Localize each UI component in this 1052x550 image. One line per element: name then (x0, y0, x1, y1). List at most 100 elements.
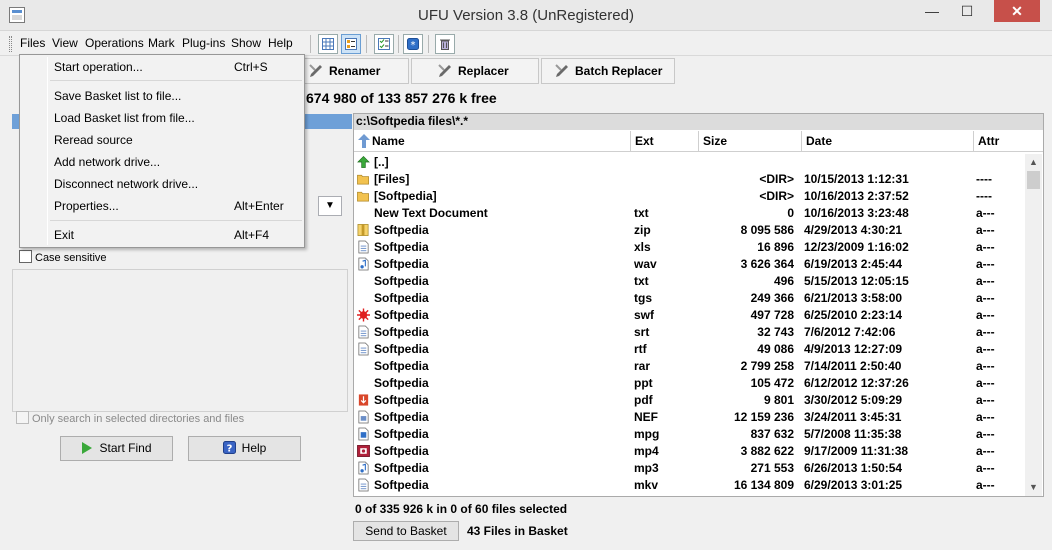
start-find-button[interactable]: Start Find (60, 436, 173, 461)
file-size: 8 095 586 (740, 223, 794, 237)
file-list-scrollbar[interactable]: ▲ ▼ (1025, 154, 1042, 496)
menu-item-start-operation[interactable]: Start operation... Ctrl+S (20, 57, 304, 77)
file-row[interactable]: Softpedia pdf 9 801 3/30/2012 5:09:29 a--- (354, 392, 1024, 409)
column-attr[interactable]: Attr (974, 131, 1043, 152)
close-button[interactable]: ✕ (994, 0, 1040, 22)
file-row[interactable]: Softpedia rar 2 799 258 7/14/2011 2:50:40 a-… (354, 358, 1024, 375)
file-size: 497 728 (750, 308, 794, 322)
file-row[interactable]: New Text Document txt 0 10/16/2013 3:23:48 a… (354, 205, 1024, 222)
scroll-up-arrow[interactable]: ▲ (1025, 154, 1042, 171)
star-badge-icon[interactable]: * (403, 34, 423, 54)
file-name: Softpedia (374, 291, 429, 305)
file-size: 0 (787, 206, 794, 220)
file-date: 6/12/2012 12:37:26 (804, 376, 909, 390)
tab-batch-replacer[interactable]: Batch Replacer (541, 58, 675, 84)
column-name[interactable]: Name (354, 131, 631, 152)
menu-files[interactable]: Files (20, 36, 45, 50)
detail-view-icon[interactable] (341, 34, 361, 54)
case-sensitive-label: Case sensitive (35, 252, 107, 264)
file-row[interactable]: Softpedia xls 16 896 12/23/2009 1:16:02 a--- (354, 239, 1024, 256)
file-attr: a--- (976, 376, 995, 390)
file-date: 6/25/2010 2:23:14 (804, 308, 903, 322)
file-row[interactable]: Softpedia mp3 271 553 6/26/2013 1:50:54 a--- (354, 460, 1024, 477)
file-row[interactable]: Softpedia mp4 3 882 622 9/17/2009 11:31:38 a… (354, 443, 1024, 460)
file-size: <DIR> (759, 172, 794, 186)
menu-item-load-basket[interactable]: Load Basket list from file... (20, 108, 304, 128)
maximize-button[interactable]: ☐ (952, 0, 982, 22)
menu-item-properties[interactable]: Properties... Alt+Enter (20, 196, 304, 216)
file-date: 6/29/2013 3:01:25 (804, 478, 903, 492)
file-attr: ---- (976, 189, 992, 203)
column-date[interactable]: Date (802, 131, 974, 152)
file-ext: wav (634, 257, 657, 271)
file-ext: NEF (634, 410, 658, 424)
file-row[interactable]: [Files] <DIR> 10/15/2013 1:12:31 ---- (354, 171, 1024, 188)
replacer-icon (438, 64, 451, 77)
menu-item-exit[interactable]: Exit Alt+F4 (20, 225, 304, 245)
title-bar: UFU Version 3.8 (UnRegistered) — ☐ ✕ (0, 0, 1052, 31)
search-options-group (12, 269, 348, 412)
file-row[interactable]: Softpedia NEF 12 159 236 3/24/2011 3:45:31 a… (354, 409, 1024, 426)
help-button[interactable]: ? Help (188, 436, 301, 461)
search-dropdown-arrow[interactable]: ▼ (318, 196, 342, 216)
image-file-icon (358, 410, 369, 424)
tab-renamer[interactable]: Renamer (300, 58, 409, 84)
file-row[interactable]: Softpedia ppt 105 472 6/12/2012 12:37:26 a--… (354, 375, 1024, 392)
file-row[interactable]: Softpedia txt 496 5/15/2013 12:05:15 a--- (354, 273, 1024, 290)
menu-plugins[interactable]: Plug-ins (182, 36, 225, 50)
file-name: Softpedia (374, 325, 429, 339)
mp4-file-icon (357, 445, 370, 457)
menu-item-save-basket[interactable]: Save Basket list to file... (20, 86, 304, 106)
file-name: Softpedia (374, 240, 429, 254)
column-ext[interactable]: Ext (631, 131, 699, 152)
column-size[interactable]: Size (699, 131, 802, 152)
file-row[interactable]: [Softpedia] <DIR> 10/16/2013 2:37:52 ---- (354, 188, 1024, 205)
minimize-button[interactable]: — (917, 0, 947, 22)
menu-mark[interactable]: Mark (148, 36, 175, 50)
scroll-down-arrow[interactable]: ▼ (1025, 479, 1042, 496)
case-sensitive-row[interactable]: Case sensitive (19, 250, 107, 264)
file-date: 5/7/2008 11:35:38 (804, 427, 902, 441)
menu-item-label: Add network drive... (54, 155, 161, 169)
file-attr: a--- (976, 274, 995, 288)
menu-item-add-network-drive[interactable]: Add network drive... (20, 152, 304, 172)
file-row[interactable]: Softpedia zip 8 095 586 4/29/2013 4:30:21 a-… (354, 222, 1024, 239)
file-date: 3/24/2011 3:45:31 (804, 410, 902, 424)
grid-view-icon[interactable] (318, 34, 338, 54)
file-size: <DIR> (759, 189, 794, 203)
tab-replacer[interactable]: Replacer (411, 58, 539, 84)
file-row[interactable]: Softpedia wav 3 626 364 6/19/2013 2:45:44 a-… (354, 256, 1024, 273)
file-row[interactable]: Softpedia mpg 837 632 5/7/2008 11:35:38 a--- (354, 426, 1024, 443)
menu-operations[interactable]: Operations (85, 36, 144, 50)
menu-item-reread-source[interactable]: Reread source (20, 130, 304, 150)
toolbar-separator (310, 35, 311, 53)
file-date: 10/15/2013 1:12:31 (804, 172, 909, 186)
checklist-icon[interactable] (374, 34, 394, 54)
tool-tabs: Renamer Replacer Batch Replacer (300, 58, 1052, 84)
file-row[interactable]: Softpedia swf 497 728 6/25/2010 2:23:14 a--- (354, 307, 1024, 324)
file-ext: mpg (634, 427, 660, 441)
menu-bar: Files View Operations Mark Plug-ins Show… (0, 32, 1052, 56)
up-folder-icon (357, 155, 370, 168)
file-row[interactable]: Softpedia tgs 249 366 6/21/2013 3:58:00 a--- (354, 290, 1024, 307)
current-path: c:\Softpedia files\*.* (354, 114, 1043, 130)
files-menu-dropdown: Start operation... Ctrl+S Save Basket li… (19, 54, 305, 248)
trash-icon[interactable] (435, 34, 455, 54)
file-row[interactable]: Softpedia srt 32 743 7/6/2012 7:42:06 a--- (354, 324, 1024, 341)
case-sensitive-checkbox[interactable] (19, 250, 32, 263)
file-attr: a--- (976, 359, 995, 373)
scroll-thumb[interactable] (1027, 171, 1040, 189)
menu-help[interactable]: Help (268, 36, 293, 50)
file-attr: a--- (976, 308, 995, 322)
menu-show[interactable]: Show (231, 36, 261, 50)
file-row[interactable]: Softpedia mkv 16 134 809 6/29/2013 3:01:25 a… (354, 477, 1024, 494)
menu-view[interactable]: View (52, 36, 78, 50)
file-row[interactable]: [..] (354, 154, 1024, 171)
file-name: Softpedia (374, 359, 429, 373)
document-icon (358, 240, 369, 254)
file-ext: txt (634, 274, 649, 288)
send-to-basket-button[interactable]: Send to Basket (353, 521, 459, 541)
menu-item-disconnect-network-drive[interactable]: Disconnect network drive... (20, 174, 304, 194)
tab-batch-replacer-label: Batch Replacer (575, 64, 663, 78)
file-row[interactable]: Softpedia rtf 49 086 4/9/2013 12:27:09 a--- (354, 341, 1024, 358)
